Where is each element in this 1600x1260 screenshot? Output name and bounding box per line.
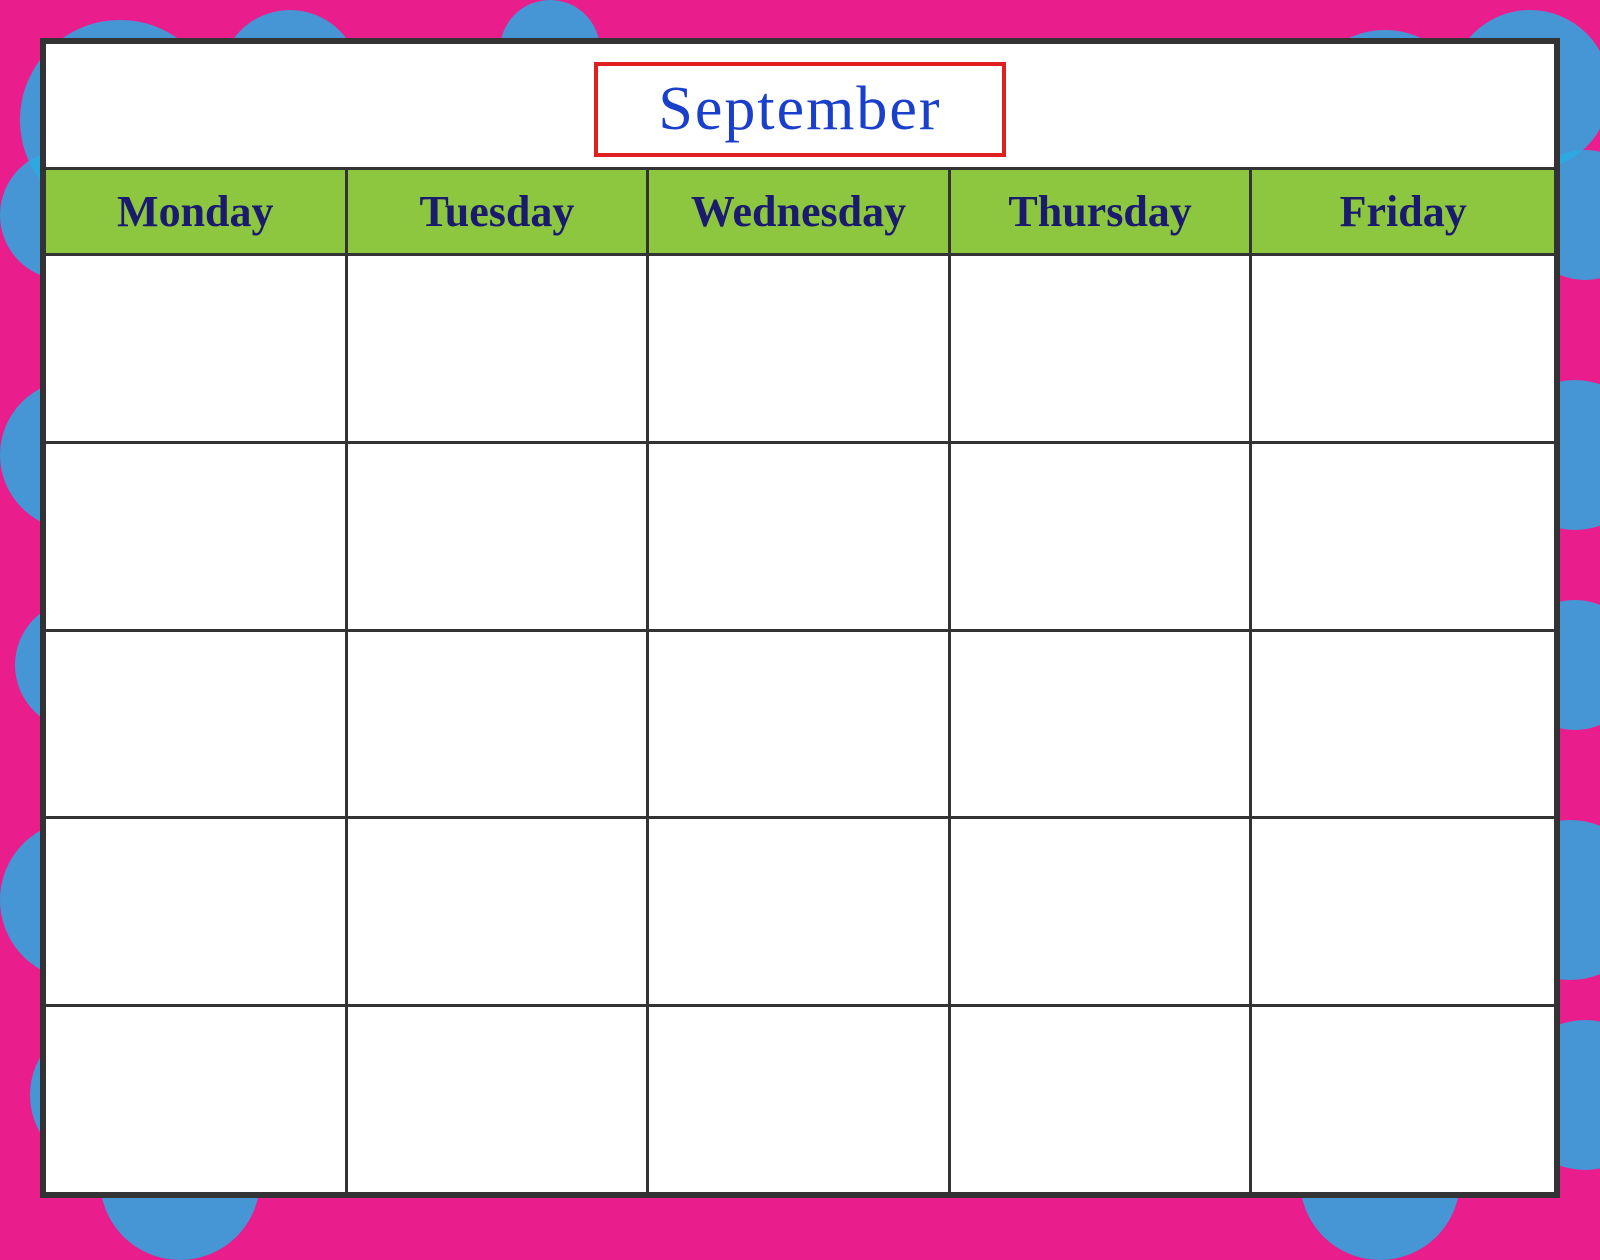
calendar-row-3 xyxy=(46,629,1554,817)
cell-4-4[interactable] xyxy=(951,819,1253,1004)
cell-1-5[interactable] xyxy=(1252,256,1554,441)
cell-2-4[interactable] xyxy=(951,444,1253,629)
day-headers-row: Monday Tuesday Wednesday Thursday Friday xyxy=(46,170,1554,253)
cell-1-1[interactable] xyxy=(46,256,348,441)
cell-5-2[interactable] xyxy=(348,1007,650,1192)
header-monday: Monday xyxy=(46,170,348,253)
cell-4-3[interactable] xyxy=(649,819,951,1004)
month-title: September xyxy=(658,75,941,143)
cell-5-5[interactable] xyxy=(1252,1007,1554,1192)
calendar-row-4 xyxy=(46,816,1554,1004)
cell-4-2[interactable] xyxy=(348,819,650,1004)
calendar-row-1 xyxy=(46,253,1554,441)
cell-2-1[interactable] xyxy=(46,444,348,629)
cell-1-2[interactable] xyxy=(348,256,650,441)
header-tuesday: Tuesday xyxy=(348,170,650,253)
cell-2-2[interactable] xyxy=(348,444,650,629)
cell-4-5[interactable] xyxy=(1252,819,1554,1004)
cell-2-5[interactable] xyxy=(1252,444,1554,629)
cell-4-1[interactable] xyxy=(46,819,348,1004)
calendar-header: September xyxy=(46,44,1554,167)
calendar-row-5 xyxy=(46,1004,1554,1192)
calendar-rows xyxy=(46,253,1554,1192)
cell-3-3[interactable] xyxy=(649,632,951,817)
calendar-container: September Monday Tuesday Wednesday Thurs… xyxy=(40,38,1560,1198)
header-thursday: Thursday xyxy=(951,170,1253,253)
calendar-grid: Monday Tuesday Wednesday Thursday Friday xyxy=(46,167,1554,1192)
cell-3-5[interactable] xyxy=(1252,632,1554,817)
header-wednesday: Wednesday xyxy=(649,170,951,253)
cell-3-1[interactable] xyxy=(46,632,348,817)
header-friday: Friday xyxy=(1252,170,1554,253)
cell-5-4[interactable] xyxy=(951,1007,1253,1192)
cell-5-3[interactable] xyxy=(649,1007,951,1192)
cell-3-2[interactable] xyxy=(348,632,650,817)
page-background: September Monday Tuesday Wednesday Thurs… xyxy=(0,0,1600,1236)
cell-1-3[interactable] xyxy=(649,256,951,441)
cell-1-4[interactable] xyxy=(951,256,1253,441)
month-title-box: September xyxy=(594,62,1005,157)
cell-3-4[interactable] xyxy=(951,632,1253,817)
cell-5-1[interactable] xyxy=(46,1007,348,1192)
cell-2-3[interactable] xyxy=(649,444,951,629)
calendar-row-2 xyxy=(46,441,1554,629)
